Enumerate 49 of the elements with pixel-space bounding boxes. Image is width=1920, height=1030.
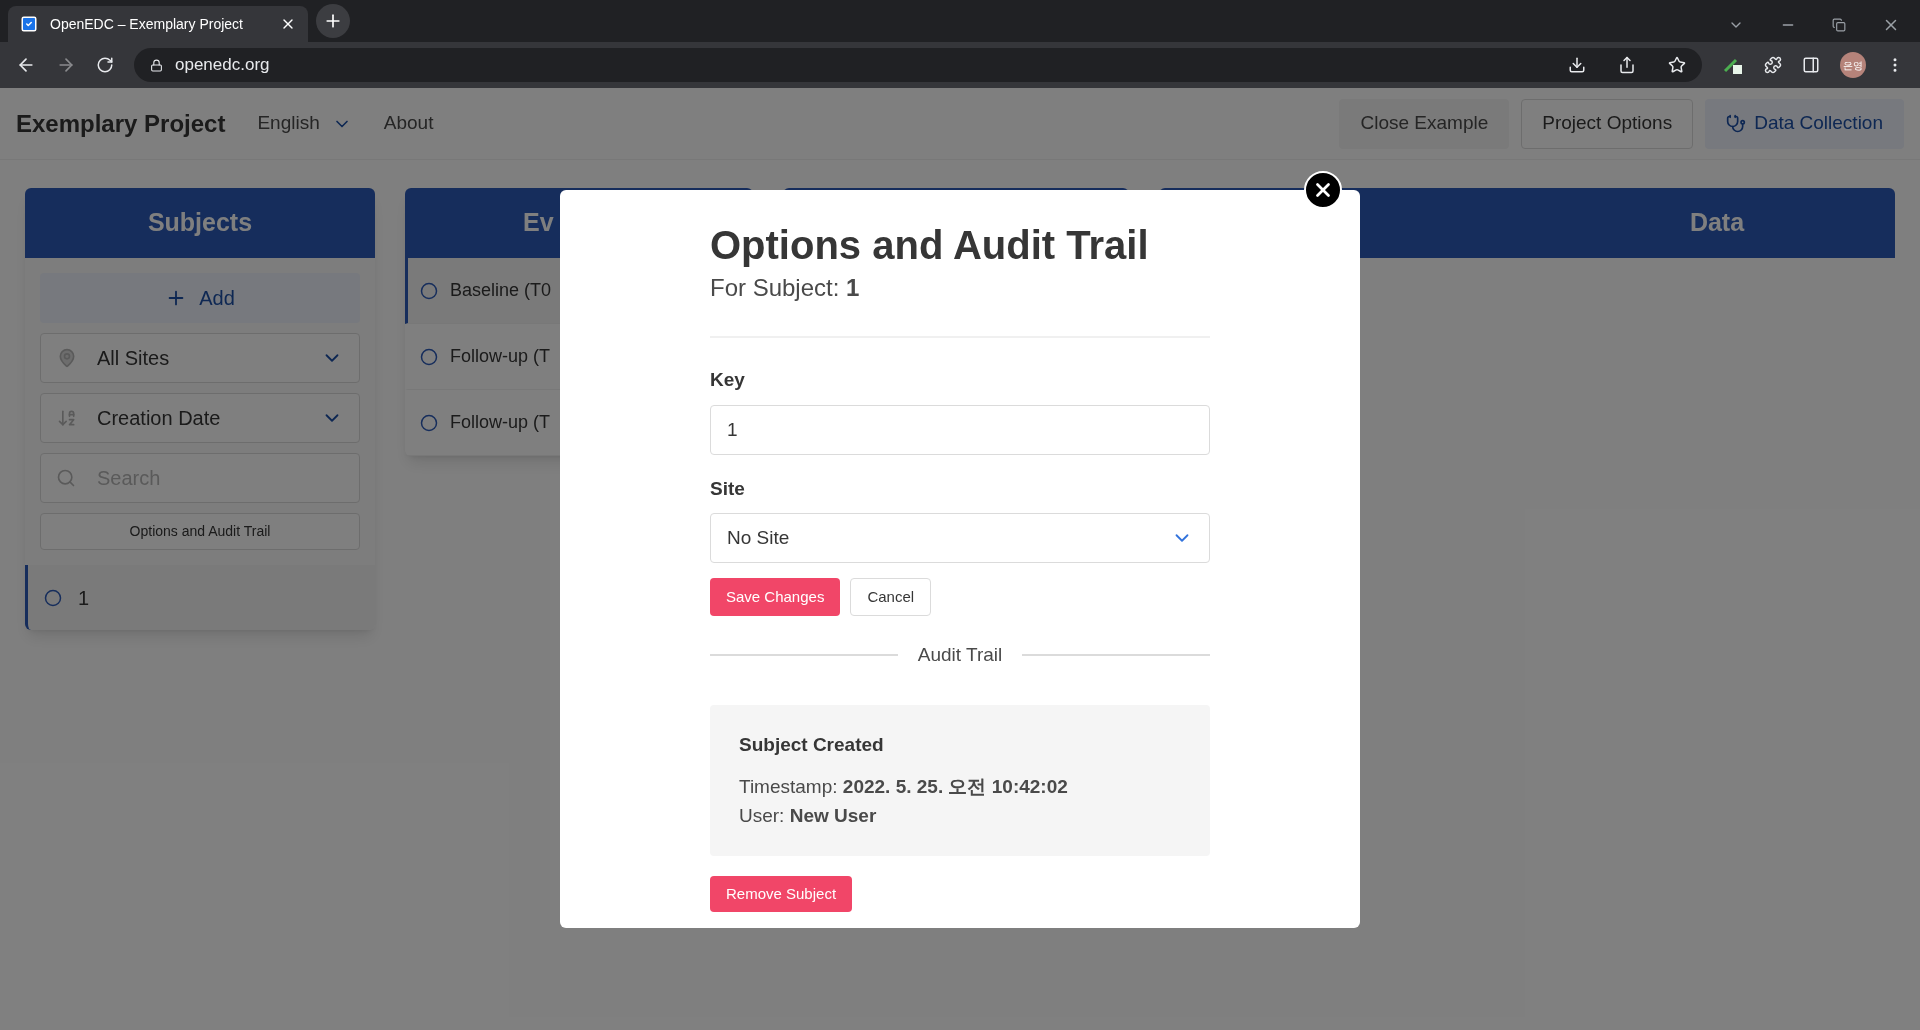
restore-icon[interactable] [1832,18,1846,32]
site-select[interactable]: No Site [710,513,1210,563]
cancel-button[interactable]: Cancel [850,578,932,616]
reload-icon[interactable] [96,56,114,74]
header-button[interactable]: Project Options [1521,98,1694,149]
lock-icon [150,58,163,72]
extensions-icon[interactable] [1764,56,1782,74]
header-button[interactable]: Data Collection [1705,98,1904,149]
profile-avatar[interactable]: 은영 [1840,52,1866,78]
stethoscope-icon [1726,113,1747,134]
add-subject-button[interactable]: Add [40,273,360,323]
remove-subject-button[interactable]: Remove Subject [710,876,853,912]
language-selector[interactable]: English [257,109,352,138]
browser-tab[interactable]: OpenEDC – Exemplary Project [8,6,308,42]
address-bar[interactable]: openedc.org [134,48,1702,82]
install-icon[interactable] [1568,56,1586,74]
audit-timestamp: Timestamp: 2022. 5. 25. 오전 10:42:02 [739,775,1069,799]
tab-title: OpenEDC – Exemplary Project [50,14,244,34]
header-button[interactable]: Close Example [1339,98,1510,149]
close-button[interactable] [1304,171,1342,209]
about-link[interactable]: About [383,109,434,138]
status-circle-icon [420,413,438,432]
search-icon [56,468,76,488]
share-icon[interactable] [1618,56,1636,74]
status-circle-icon [420,281,438,300]
status-circle-icon [420,347,438,366]
panel-header: Subjects [25,188,375,258]
map-pin-icon [57,348,77,368]
side-panel-icon[interactable] [1802,56,1820,74]
new-tab-button[interactable] [316,4,350,38]
audit-trail-button[interactable]: Options and Audit Trail [40,513,360,550]
site-label: Site [710,476,746,501]
modal-subtitle: For Subject: 1 [710,273,861,303]
sort-icon [57,408,77,428]
favicon-icon [20,15,38,33]
url-text: openedc.org [175,54,270,77]
bookmark-star-icon[interactable] [1668,56,1686,74]
key-field[interactable]: 1 [710,404,1210,455]
project-title: Exemplary Project [16,108,226,139]
key-label: Key [710,368,746,392]
audit-user: User: New User [739,803,878,828]
status-circle-icon [44,588,62,607]
site-filter-select[interactable]: All Sites [40,333,360,383]
audit-entry-title: Subject Created [739,732,885,757]
panel-header: Data [1689,207,1745,239]
sort-select[interactable]: Creation Date [40,393,360,443]
subject-item[interactable]: 1 [25,565,375,630]
audit-trail-heading: Audit Trail [917,643,1003,667]
save-changes-button[interactable]: Save Changes [710,578,841,616]
